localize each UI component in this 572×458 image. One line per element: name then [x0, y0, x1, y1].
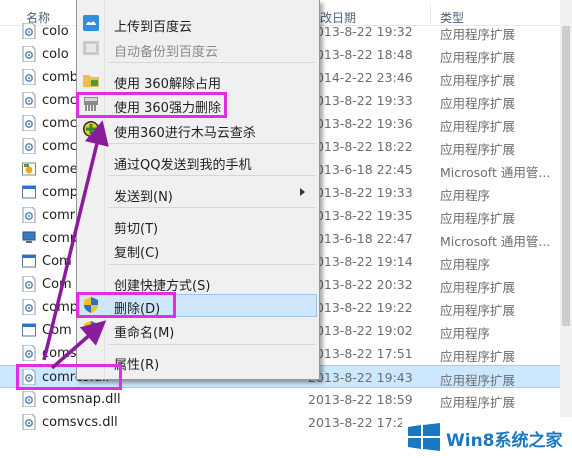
- arrow-to-force-delete: [42, 120, 109, 361]
- watermark-text: Win8系统之家: [446, 431, 563, 451]
- arrow-to-delete: [50, 320, 107, 370]
- vertical-scrollbar[interactable]: [560, 0, 572, 458]
- scrollbar-thumb[interactable]: [562, 26, 570, 326]
- explorer-window: 名称 修改日期 类型 colo 2013-8-22 19:32 应用程序扩展 colo…: [0, 0, 572, 458]
- windows-logo-icon: [408, 423, 440, 451]
- annotation-arrows: [42, 120, 109, 370]
- watermark: Win8系统之家: [402, 417, 572, 458]
